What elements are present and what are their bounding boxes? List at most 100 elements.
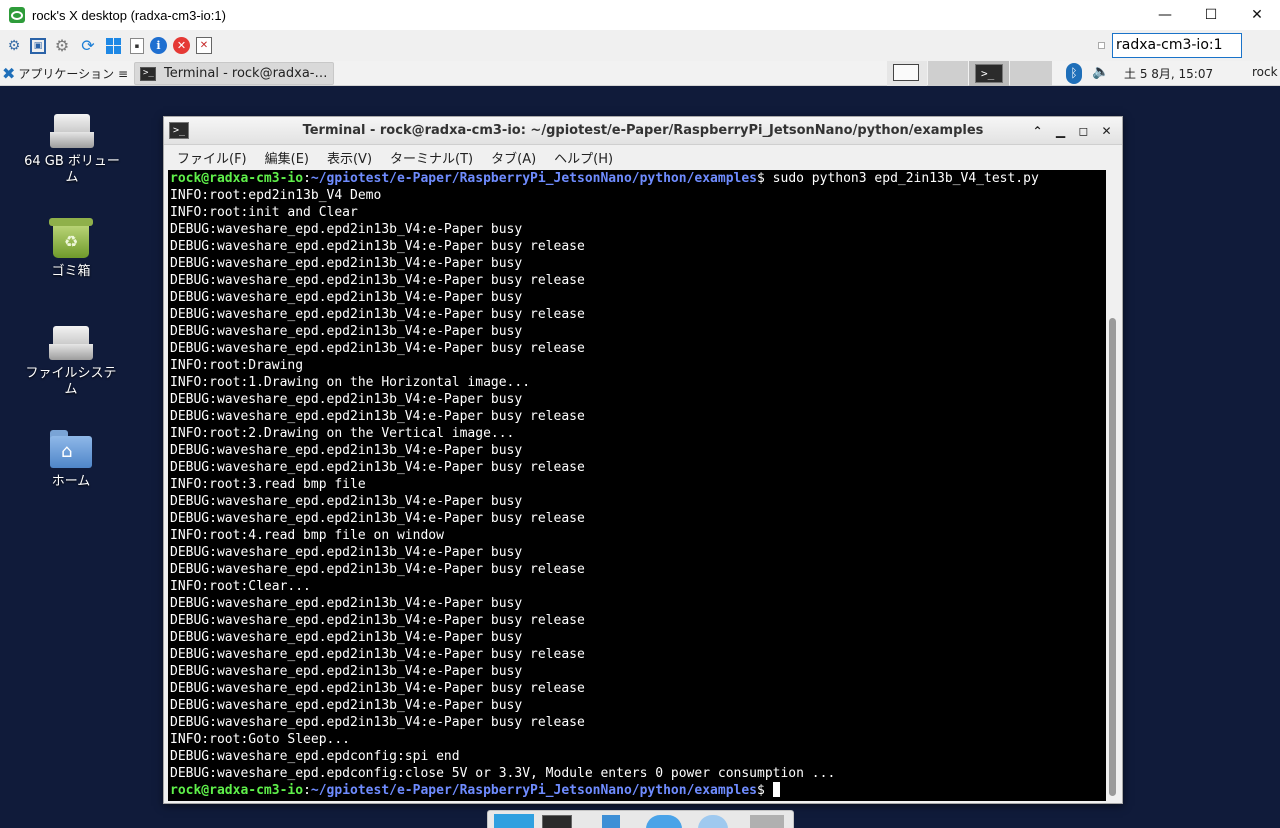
terminal-output-line: DEBUG:waveshare_epd.epd2in13b_V4:e-Paper… — [170, 698, 523, 713]
home-folder-icon: ⌂ — [50, 430, 92, 470]
options-icon[interactable]: ⚙ — [4, 36, 24, 56]
terminal-output-line: DEBUG:waveshare_epd.epd2in13b_V4:e-Paper… — [170, 545, 523, 560]
refresh-icon[interactable]: ⟳ — [78, 36, 98, 56]
xfce-logo-icon: ✖ — [2, 64, 16, 83]
terminal-output-line: DEBUG:waveshare_epd.epd2in13b_V4:e-Paper… — [170, 562, 585, 577]
terminal-output-line: DEBUG:waveshare_epd.epdconfig:spi end — [170, 749, 460, 764]
file-transfer-icon[interactable]: ✕ — [196, 37, 212, 54]
host-window-title: rock's X desktop (radxa-cm3-io:1) — [32, 7, 226, 23]
desktop-icon-label: ファイルシステム — [25, 366, 117, 397]
close-button[interactable]: ✕ — [1234, 0, 1280, 30]
menu-view[interactable]: 表示(V) — [318, 148, 381, 167]
terminal-output-lines: INFO:root:epd2in13b_V4 Demo INFO:root:ini… — [170, 187, 1106, 782]
terminal-output-line: INFO:root:2.Drawing on the Vertical imag… — [170, 426, 515, 441]
menu-help[interactable]: ヘルプ(H) — [545, 148, 622, 167]
minimize-button[interactable]: ▁ — [1049, 124, 1072, 138]
terminal-output-line: DEBUG:waveshare_epd.epd2in13b_V4:e-Paper… — [170, 409, 585, 424]
desktop-icon-home[interactable]: ⌂ ホーム — [21, 430, 121, 490]
menu-edit[interactable]: 編集(E) — [256, 148, 318, 167]
terminal-output-line: INFO:root:3.read bmp file — [170, 477, 366, 492]
host-window-titlebar[interactable]: rock's X desktop (radxa-cm3-io:1) — ☐ ✕ — [0, 0, 1280, 30]
terminal-output-line: DEBUG:waveshare_epd.epd2in13b_V4:e-Paper… — [170, 273, 585, 288]
terminal-output[interactable]: rock@radxa-cm3-io:~/gpiotest/e-Paper/Ras… — [168, 170, 1106, 801]
terminal-output-line: DEBUG:waveshare_epd.epd2in13b_V4:e-Paper… — [170, 256, 523, 271]
trash-icon: ♻ — [49, 216, 93, 260]
terminal-prompt-line: rock@radxa-cm3-io:~/gpiotest/e-Paper/Ras… — [170, 782, 1106, 799]
terminal-output-line: DEBUG:waveshare_epd.epd2in13b_V4:e-Paper… — [170, 647, 585, 662]
terminal-window: Terminal - rock@radxa-cm3-io: ~/gpiotest… — [163, 116, 1123, 804]
desktop-icon-filesystem[interactable]: ファイルシステム — [21, 324, 121, 398]
panel-clock[interactable]: 土 5 8月, 15:07 — [1124, 65, 1213, 82]
folder-icon[interactable] — [750, 815, 784, 828]
terminal-output-line: DEBUG:waveshare_epd.epd2in13b_V4:e-Paper… — [170, 715, 585, 730]
terminal-output-line: DEBUG:waveshare_epd.epd2in13b_V4:e-Paper… — [170, 392, 523, 407]
terminal-output-line: INFO:root:init and Clear — [170, 205, 358, 220]
disconnect-icon[interactable]: ✕ — [173, 37, 190, 54]
field-marker-icon — [1098, 42, 1105, 49]
terminal-scrollbar[interactable] — [1106, 170, 1120, 801]
terminal-output-line: DEBUG:waveshare_epd.epd2in13b_V4:e-Paper… — [170, 443, 523, 458]
fullscreen-icon[interactable]: ▣ — [30, 37, 46, 54]
terminal-window-controls: ⌃ ▁ ◻ ✕ — [1026, 117, 1118, 145]
terminal-output-line: DEBUG:waveshare_epd.epdconfig:close 5V o… — [170, 766, 836, 781]
terminal-titlebar[interactable]: Terminal - rock@radxa-cm3-io: ~/gpiotest… — [164, 117, 1122, 145]
bottom-dock — [487, 810, 794, 828]
menu-terminal[interactable]: ターミナル(T) — [381, 148, 482, 167]
terminal-command-line: rock@radxa-cm3-io:~/gpiotest/e-Paper/Ras… — [170, 171, 1039, 186]
show-desktop-icon[interactable] — [494, 814, 534, 828]
host-window-controls: — ☐ ✕ — [1142, 0, 1280, 30]
terminal-menubar: ファイル(F) 編集(E) 表示(V) ターミナル(T) タブ(A) ヘルプ(H… — [164, 145, 1122, 169]
terminal-output-line: DEBUG:waveshare_epd.epd2in13b_V4:e-Paper… — [170, 630, 523, 645]
info-icon[interactable]: i — [150, 37, 167, 54]
search-icon[interactable] — [698, 815, 728, 828]
desktop-icon-label: ホーム — [51, 474, 91, 489]
file-manager-icon[interactable] — [602, 815, 620, 828]
bluetooth-icon[interactable]: ᛒ — [1066, 63, 1082, 84]
minimize-button[interactable]: — — [1142, 0, 1188, 30]
terminal-output-line: INFO:root:epd2in13b_V4 Demo — [170, 188, 382, 203]
terminal-output-line: DEBUG:waveshare_epd.epd2in13b_V4:e-Paper… — [170, 596, 523, 611]
terminal-output-line: DEBUG:waveshare_epd.epd2in13b_V4:e-Paper… — [170, 222, 523, 237]
terminal-cursor — [772, 782, 780, 797]
shade-button[interactable]: ⌃ — [1026, 124, 1049, 138]
terminal-output-line: DEBUG:waveshare_epd.epd2in13b_V4:e-Paper… — [170, 511, 585, 526]
workspace-3[interactable]: >_ — [969, 61, 1009, 86]
ctrl-alt-del-icon[interactable]: ▪ — [130, 37, 144, 54]
terminal-output-line: DEBUG:waveshare_epd.epd2in13b_V4:e-Paper… — [170, 613, 585, 628]
vnc-app-icon — [9, 7, 25, 23]
applications-menu[interactable]: ✖ アプリケーション ≡ — [2, 61, 128, 86]
terminal-output-line: DEBUG:waveshare_epd.epd2in13b_V4:e-Paper… — [170, 681, 585, 696]
taskbar-item-label: Terminal - rock@radxa-… — [164, 66, 328, 81]
desktop-icon-label: 64 GB ボリューム — [24, 154, 120, 185]
terminal-output-line: DEBUG:waveshare_epd.epd2in13b_V4:e-Paper… — [170, 307, 585, 322]
desktop-icon-trash[interactable]: ♻ ゴミ箱 — [21, 216, 121, 280]
windows-key-icon[interactable] — [104, 36, 124, 56]
workspace-2[interactable] — [928, 61, 968, 86]
terminal-output-line: INFO:root:1.Drawing on the Horizontal im… — [170, 375, 531, 390]
menu-file[interactable]: ファイル(F) — [168, 148, 256, 167]
scrollbar-thumb[interactable] — [1109, 318, 1116, 796]
terminal-output-line: DEBUG:waveshare_epd.epd2in13b_V4:e-Paper… — [170, 460, 585, 475]
drive-icon — [49, 324, 93, 362]
close-button[interactable]: ✕ — [1095, 124, 1118, 138]
terminal-output-line: DEBUG:waveshare_epd.epd2in13b_V4:e-Paper… — [170, 239, 585, 254]
maximize-button[interactable]: ◻ — [1072, 124, 1095, 138]
vnc-server-input[interactable]: radxa-cm3-io:1 — [1112, 33, 1242, 58]
terminal-icon: >_ — [140, 66, 156, 81]
desktop-icon-label: ゴミ箱 — [51, 264, 91, 279]
workspace-1[interactable] — [887, 61, 927, 86]
desktop-icon-volume[interactable]: 64 GB ボリューム — [22, 112, 122, 186]
volume-icon[interactable]: 🔈 — [1092, 64, 1109, 80]
drive-icon — [50, 112, 94, 150]
settings-icon[interactable]: ⚙ — [52, 36, 72, 56]
terminal-icon[interactable] — [542, 815, 572, 828]
applications-menu-label: アプリケーション ≡ — [18, 67, 129, 81]
terminal-icon: >_ — [975, 64, 1003, 83]
menu-tabs[interactable]: タブ(A) — [482, 148, 545, 167]
taskbar-item-terminal[interactable]: >_ Terminal - rock@radxa-… — [134, 62, 334, 85]
workspace-4[interactable] — [1010, 61, 1052, 86]
web-browser-icon[interactable] — [646, 815, 682, 828]
terminal-output-line: INFO:root:4.read bmp file on window — [170, 528, 444, 543]
maximize-button[interactable]: ☐ — [1188, 0, 1234, 30]
panel-user-name[interactable]: rock — [1252, 65, 1278, 79]
